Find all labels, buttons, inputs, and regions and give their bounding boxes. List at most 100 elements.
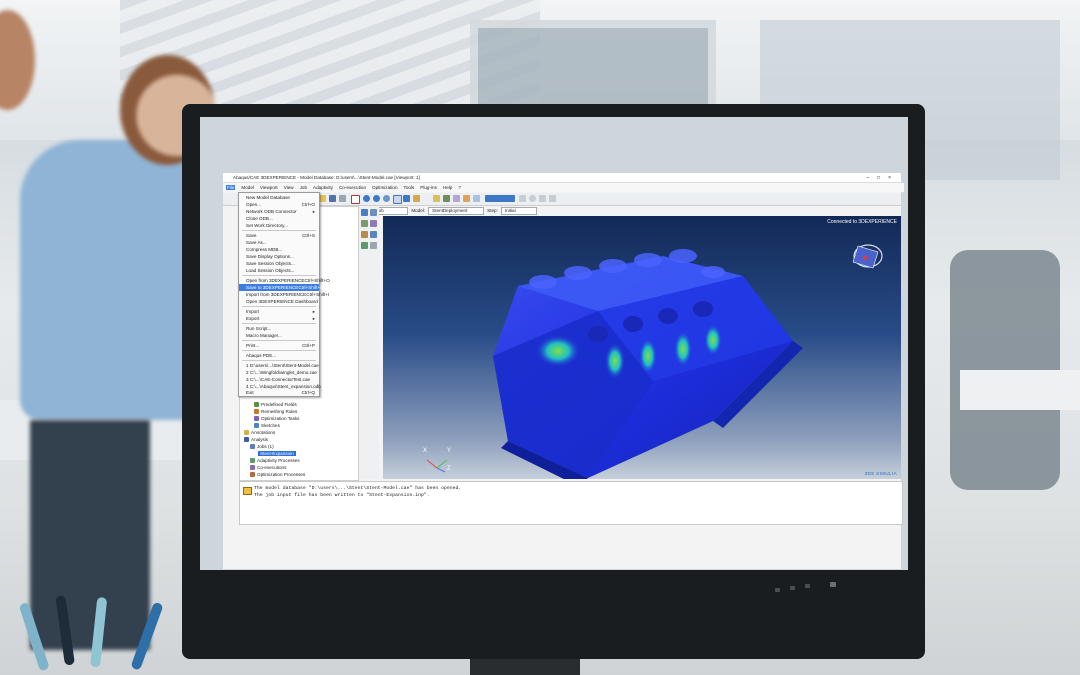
menu-plugins[interactable]: Plug-ins bbox=[420, 185, 437, 190]
maximize-button[interactable]: □ bbox=[877, 175, 880, 181]
menu-adaptivity[interactable]: Adaptivity bbox=[313, 185, 333, 190]
menu-item-abaqus-pde[interactable]: Abaqus PDE... bbox=[239, 352, 319, 359]
simulia-logo: 3DS SIMULIA bbox=[864, 471, 897, 476]
layers-icon[interactable] bbox=[370, 242, 377, 249]
tree-item-selected[interactable]: Stent-Expansion bbox=[258, 450, 296, 457]
cycle-views-icon[interactable] bbox=[413, 195, 420, 202]
color-code-icon[interactable] bbox=[519, 195, 526, 202]
rotate-icon[interactable] bbox=[373, 195, 380, 202]
menu-file[interactable]: File bbox=[226, 185, 236, 190]
menu-item-export[interactable]: Export ▸ bbox=[239, 315, 319, 322]
menu-separator bbox=[242, 350, 316, 351]
menu-item-recent-file-3[interactable]: 3 C:\...\CAE-ConnectorTest.cae bbox=[239, 376, 319, 383]
menu-item-run-script[interactable]: Run Script... bbox=[239, 325, 319, 332]
text-tool-icon[interactable] bbox=[351, 195, 360, 204]
model-select[interactable]: StentDeployment bbox=[428, 206, 485, 215]
menu-item-save[interactable]: Save Ctrl+S bbox=[239, 232, 319, 239]
menu-item-open-3dx-dashboard[interactable]: Open 3DEXPERIENCE Dashboard bbox=[239, 298, 319, 305]
tree-item[interactable]: Annotations bbox=[244, 429, 275, 436]
filter-combo[interactable] bbox=[485, 195, 515, 202]
perspective-icon[interactable] bbox=[473, 195, 480, 202]
menu-optimization[interactable]: Optimization bbox=[372, 185, 398, 190]
viewport[interactable]: Connected to 3DEXPERIENCE X Y Z 3DS SIMU… bbox=[383, 216, 901, 479]
menu-item-recent-file-1[interactable]: 1 D:\users\...\Stent\Stent-Model.cae bbox=[239, 362, 319, 369]
minimize-button[interactable]: – bbox=[866, 175, 869, 181]
open-folder-icon[interactable] bbox=[319, 195, 326, 202]
tree-item[interactable]: Optimization Processes bbox=[250, 471, 305, 478]
menu-item-compress-mdb[interactable]: Compress MDB... bbox=[239, 246, 319, 253]
menu-item-close-odb[interactable]: Close ODB... bbox=[239, 215, 319, 222]
menu-item-open-from-3dx[interactable]: Open from 3DEXPERIENCE Ctrl+Shift+O bbox=[239, 277, 330, 284]
monitor-button[interactable] bbox=[790, 586, 795, 590]
tree-label: Predefined Fields bbox=[261, 402, 297, 407]
analysis-icon bbox=[244, 437, 249, 442]
menu-item-save-to-3dx[interactable]: Save to 3DEXPERIENCE Ctrl+Shift+S bbox=[239, 284, 323, 291]
menu-job[interactable]: Job bbox=[300, 185, 307, 190]
tree-label: Co-executions bbox=[257, 465, 287, 470]
menu-item-exit[interactable]: Exit Ctrl+Q bbox=[238, 389, 320, 397]
menu-model[interactable]: Model bbox=[241, 185, 254, 190]
tree-item[interactable]: Co-executions bbox=[250, 464, 286, 471]
hidden-icon[interactable] bbox=[463, 195, 470, 202]
magnify-icon[interactable] bbox=[383, 195, 390, 202]
views-icon[interactable] bbox=[549, 195, 556, 202]
close-button[interactable]: × bbox=[888, 175, 891, 181]
menu-co-execution[interactable]: Co-execution bbox=[339, 185, 366, 190]
tree-item[interactable]: Jobs (1) bbox=[250, 443, 274, 450]
menu-tools[interactable]: Tools bbox=[404, 185, 415, 190]
monitor-button[interactable] bbox=[805, 584, 810, 588]
results-icon[interactable] bbox=[361, 242, 368, 249]
message-area: The model database "D:\users\...\Stent\S… bbox=[239, 481, 903, 525]
job-create-icon[interactable] bbox=[370, 209, 377, 216]
menu-item-macro-manager[interactable]: Macro Manager... bbox=[239, 332, 319, 339]
query-icon[interactable] bbox=[529, 195, 536, 202]
menu-item-save-as[interactable]: Save As... bbox=[239, 239, 319, 246]
step-label: Step: bbox=[487, 208, 498, 213]
menu-item-network-odb-connector[interactable]: Network ODB Connector ▸ bbox=[239, 208, 319, 215]
tree-item[interactable]: Adaptivity Processes bbox=[250, 457, 300, 464]
zoom-box-icon[interactable] bbox=[393, 195, 402, 204]
menu-item-load-session-objects[interactable]: Load Session Objects... bbox=[239, 267, 319, 274]
render-style-icon[interactable] bbox=[433, 195, 440, 202]
wireframe-icon[interactable] bbox=[453, 195, 460, 202]
save-icon[interactable] bbox=[329, 195, 336, 202]
menu-item-open[interactable]: Open... Ctrl+O bbox=[239, 201, 319, 208]
menu-viewport[interactable]: Viewport bbox=[260, 185, 278, 190]
monitor-power-button[interactable] bbox=[830, 582, 836, 587]
adaptivity-manager-icon[interactable] bbox=[361, 220, 368, 227]
menu-item-save-display-options[interactable]: Save Display Options... bbox=[239, 253, 319, 260]
shaded-icon[interactable] bbox=[443, 195, 450, 202]
remesh-icon bbox=[254, 409, 259, 414]
menu-separator bbox=[242, 230, 316, 231]
monitor-job-icon[interactable] bbox=[370, 231, 377, 238]
pan-icon[interactable] bbox=[363, 195, 370, 202]
tree-item[interactable]: Optimization Tasks bbox=[254, 415, 299, 422]
display-group-icon[interactable] bbox=[539, 195, 546, 202]
tree-item[interactable]: Remeshing Rules bbox=[254, 408, 297, 415]
menu-item-print[interactable]: Print... Ctrl+P bbox=[239, 342, 319, 349]
menu-item-set-work-directory[interactable]: Set Work Directory... bbox=[239, 222, 319, 229]
menu-view[interactable]: View bbox=[284, 185, 294, 190]
print-icon[interactable] bbox=[339, 195, 346, 202]
tree-item[interactable]: Sketches bbox=[254, 422, 280, 429]
coexecution-manager-icon[interactable] bbox=[370, 220, 377, 227]
message-line: The model database "D:\users\...\Stent\S… bbox=[254, 486, 462, 491]
engine-block-model[interactable] bbox=[383, 216, 901, 479]
menu-item-new-model-database[interactable]: New Model Database bbox=[239, 194, 319, 201]
tree-label: Optimization Tasks bbox=[261, 416, 300, 421]
tree-item[interactable]: Analysis bbox=[244, 436, 268, 443]
menu-item-recent-file-2[interactable]: 2 C:\...\Wingfold\winglet_demo.cae bbox=[239, 369, 319, 376]
menu-item-save-session-objects[interactable]: Save Session Objects... bbox=[239, 260, 319, 267]
optimization-manager-icon[interactable] bbox=[361, 231, 368, 238]
menu-whats-this[interactable]: ? bbox=[458, 185, 461, 190]
monitor-button[interactable] bbox=[775, 588, 780, 592]
menu-help[interactable]: Help bbox=[443, 185, 452, 190]
step-select[interactable]: Initial bbox=[500, 206, 537, 215]
auto-fit-icon[interactable] bbox=[403, 195, 410, 202]
menu-separator bbox=[242, 306, 316, 307]
message-area-icon[interactable] bbox=[243, 487, 252, 495]
job-manager-icon[interactable] bbox=[361, 209, 368, 216]
menu-item-import-from-3dx[interactable]: Import from 3DEXPERIENCE Ctrl+Shift+I bbox=[239, 291, 329, 298]
menu-item-import[interactable]: Import ▸ bbox=[239, 308, 319, 315]
tree-item[interactable]: Predefined Fields bbox=[254, 401, 297, 408]
